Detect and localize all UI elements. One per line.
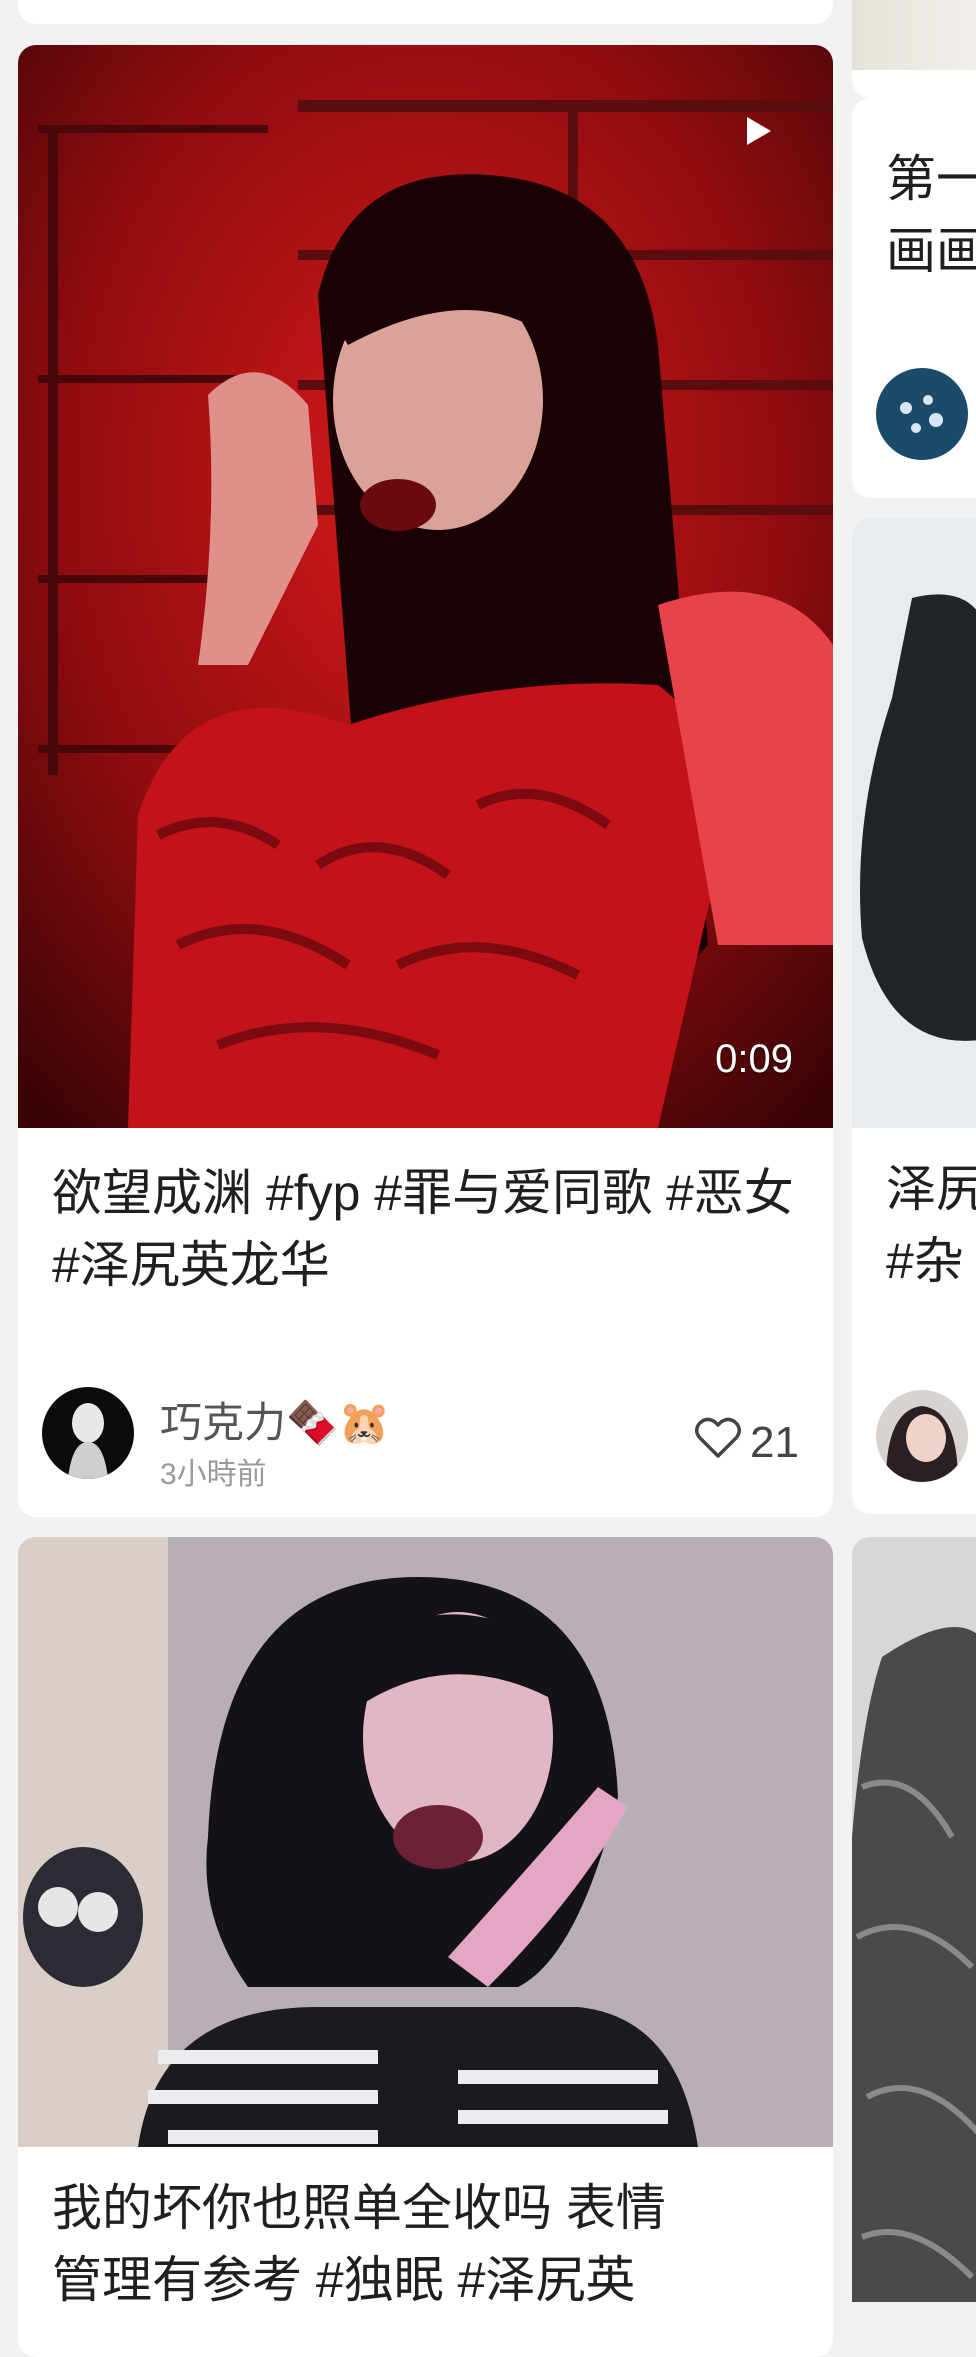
cover-image xyxy=(852,518,976,1128)
avatar[interactable] xyxy=(876,1390,968,1482)
post-cover-image[interactable] xyxy=(852,1537,976,2302)
heart-icon xyxy=(694,1415,742,1470)
post-title[interactable]: 我的坏你也照单全收吗 表情 xyxy=(52,2172,799,2244)
video-duration: 0:09 xyxy=(715,1037,793,1081)
post-card[interactable]: 泽尻 #杂 xyxy=(852,518,976,1514)
post-card[interactable]: 我的坏你也照单全收吗 表情 管理有参考 #独眠 #泽尻英 xyxy=(18,1537,833,2357)
post-title-area: 我的坏你也照单全收吗 表情 管理有参考 #独眠 #泽尻英 xyxy=(52,2172,799,2316)
avatar[interactable] xyxy=(876,368,968,460)
post-title-line2[interactable]: #杂 xyxy=(886,1225,976,1297)
post-cover-image[interactable] xyxy=(18,1537,833,2147)
like-button[interactable]: 21 xyxy=(694,1415,799,1470)
cover-image xyxy=(18,1537,833,2147)
post-card[interactable]: 第一 画画 xyxy=(852,98,976,498)
post-title-area: 泽尻 #杂 xyxy=(886,1153,976,1297)
author-name[interactable]: 巧克力🍫🐹 xyxy=(160,1389,391,1450)
cover-image xyxy=(852,1537,976,2302)
post-title-area: 第一 画画 xyxy=(886,143,976,287)
previous-card-bottom[interactable] xyxy=(18,0,833,24)
cover-image xyxy=(18,45,833,1128)
feed-right-column: 第一 画画 泽尻 #杂 xyxy=(852,0,976,2302)
author-row[interactable]: 巧克力🍫🐹 3小時前 21 xyxy=(42,1387,799,1491)
post-card[interactable] xyxy=(852,1537,976,2302)
play-icon xyxy=(745,115,773,152)
post-title-line2[interactable]: 管理有参考 #独眠 #泽尻英 xyxy=(52,2244,799,2316)
post-time: 3小時前 xyxy=(160,1458,267,1491)
post-cover-video[interactable]: 0:09 xyxy=(18,45,833,1128)
post-cover-image[interactable] xyxy=(852,518,976,1128)
like-count: 21 xyxy=(750,1417,799,1467)
post-title-line2[interactable]: 画画 xyxy=(886,215,976,287)
post-title[interactable]: 第一 xyxy=(886,143,976,215)
post-title-area: 欲望成渊 #fyp #罪与爱同歌 #恶女 #泽尻英龙华 xyxy=(52,1157,799,1301)
avatar[interactable] xyxy=(42,1387,134,1479)
post-title[interactable]: 欲望成渊 #fyp #罪与爱同歌 #恶女 #泽尻英龙华 xyxy=(52,1157,799,1301)
post-title[interactable]: 泽尻 xyxy=(886,1153,976,1225)
post-card[interactable]: 0:09 欲望成渊 #fyp #罪与爱同歌 #恶女 #泽尻英龙华 巧克力🍫🐹 3… xyxy=(18,45,833,1517)
